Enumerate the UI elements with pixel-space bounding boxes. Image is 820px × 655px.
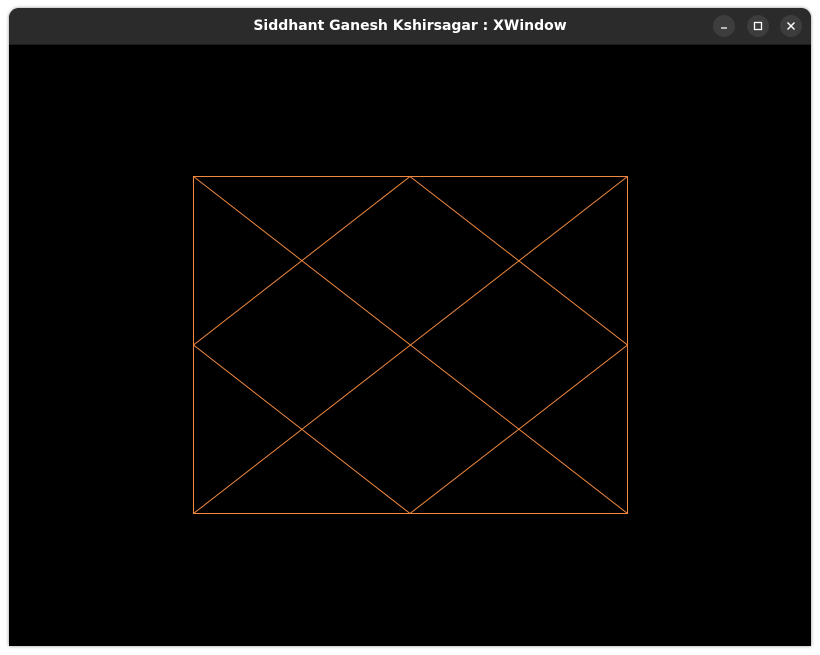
maximize-button[interactable] (747, 15, 769, 37)
drawing-canvas (9, 45, 811, 646)
drawing-svg (192, 175, 629, 515)
minimize-icon (721, 27, 727, 29)
close-icon (787, 22, 795, 30)
title-bar[interactable]: Siddhant Ganesh Kshirsagar : XWindow (9, 8, 811, 45)
minimize-button[interactable] (713, 15, 735, 37)
x-window: Siddhant Ganesh Kshirsagar : XWindow (9, 8, 811, 646)
maximize-icon (753, 21, 763, 31)
window-title: Siddhant Ganesh Kshirsagar : XWindow (253, 18, 567, 34)
close-button[interactable] (780, 15, 802, 37)
